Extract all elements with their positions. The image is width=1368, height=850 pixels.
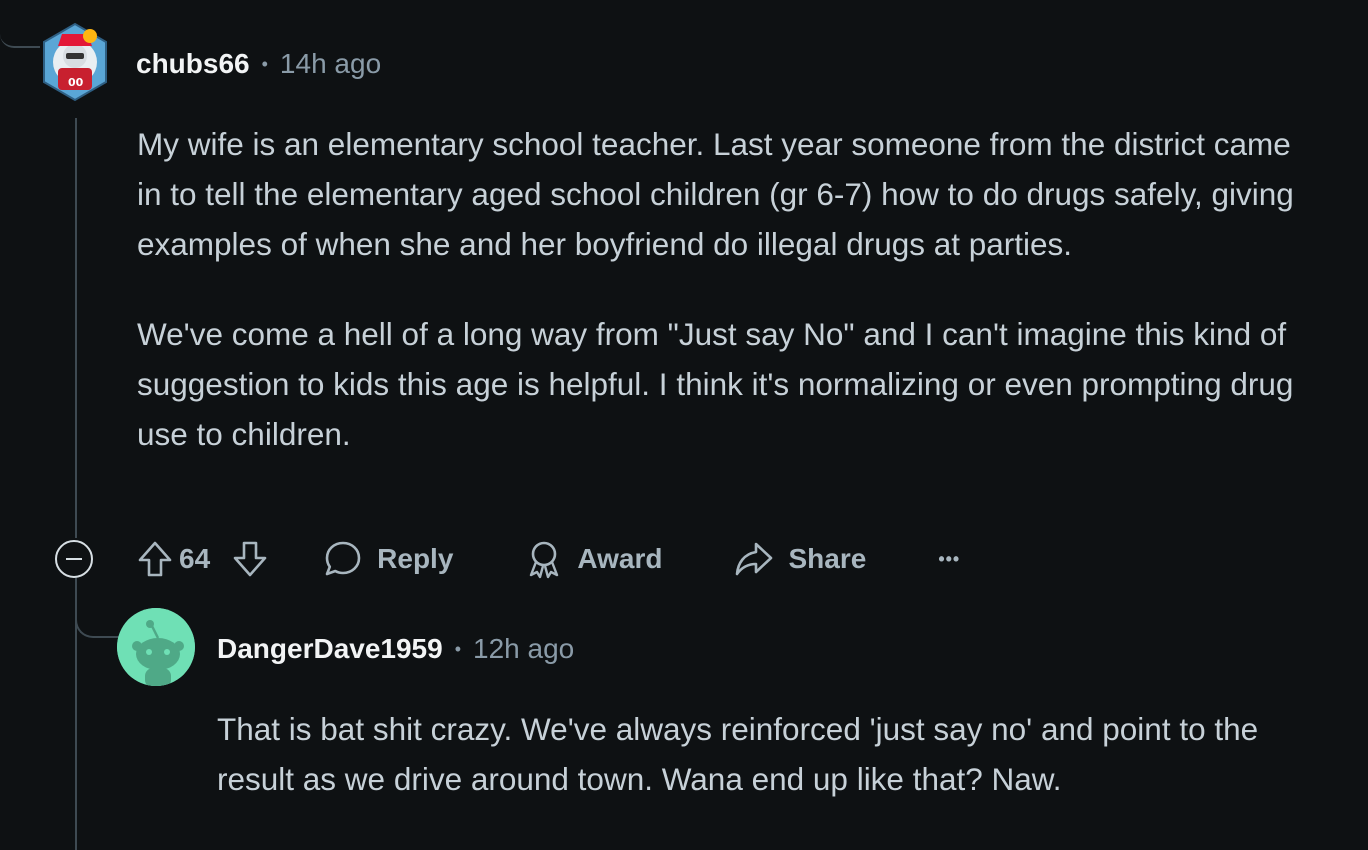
comment-action-bar: 64 Reply Award Share ••• bbox=[55, 536, 960, 582]
username[interactable]: DangerDave1959 bbox=[217, 633, 443, 665]
timestamp[interactable]: 12h ago bbox=[473, 633, 574, 665]
reply-button[interactable]: Reply bbox=[323, 539, 453, 579]
speech-bubble-icon bbox=[325, 541, 361, 576]
comment-paragraph: My wife is an elementary school teacher.… bbox=[137, 126, 1294, 262]
comment-thread: 00 chubs66 • 14h ago My wife is an eleme… bbox=[0, 0, 1368, 850]
avatar[interactable]: 00 bbox=[40, 22, 110, 102]
username[interactable]: chubs66 bbox=[136, 48, 250, 80]
thread-branch-line bbox=[0, 0, 40, 48]
meta-separator: • bbox=[454, 638, 462, 659]
upvote-button[interactable] bbox=[137, 540, 173, 578]
reply-body: That is bat shit crazy. We've always rei… bbox=[217, 704, 1317, 804]
comment-paragraph: We've come a hell of a long way from "Ju… bbox=[137, 316, 1294, 452]
comment-meta: chubs66 • 14h ago bbox=[136, 44, 381, 84]
thread-line[interactable] bbox=[75, 118, 77, 538]
reply-meta: DangerDave1959 • 12h ago bbox=[217, 629, 574, 669]
share-button[interactable]: Share bbox=[734, 540, 866, 578]
vote-score: 64 bbox=[179, 543, 211, 574]
timestamp[interactable]: 14h ago bbox=[280, 48, 381, 80]
arrow-up-icon bbox=[138, 541, 172, 577]
comment-paragraph: That is bat shit crazy. We've always rei… bbox=[217, 711, 1259, 797]
meta-separator: • bbox=[261, 53, 268, 74]
avatar[interactable] bbox=[117, 608, 195, 686]
arrow-down-icon bbox=[233, 541, 267, 577]
downvote-button[interactable] bbox=[232, 540, 268, 578]
share-label: Share bbox=[788, 543, 867, 574]
more-options-button[interactable]: ••• bbox=[938, 549, 960, 570]
ellipsis-icon: ••• bbox=[938, 548, 961, 569]
reply-label: Reply bbox=[377, 543, 454, 574]
award-label: Award bbox=[577, 543, 663, 574]
collapse-icon[interactable] bbox=[55, 540, 93, 578]
award-ribbon-icon bbox=[530, 541, 559, 579]
share-arrow-icon bbox=[736, 542, 773, 576]
comment-body: My wife is an elementary school teacher.… bbox=[137, 119, 1317, 459]
svg-text:00: 00 bbox=[68, 76, 84, 89]
award-button[interactable]: Award bbox=[525, 539, 662, 579]
